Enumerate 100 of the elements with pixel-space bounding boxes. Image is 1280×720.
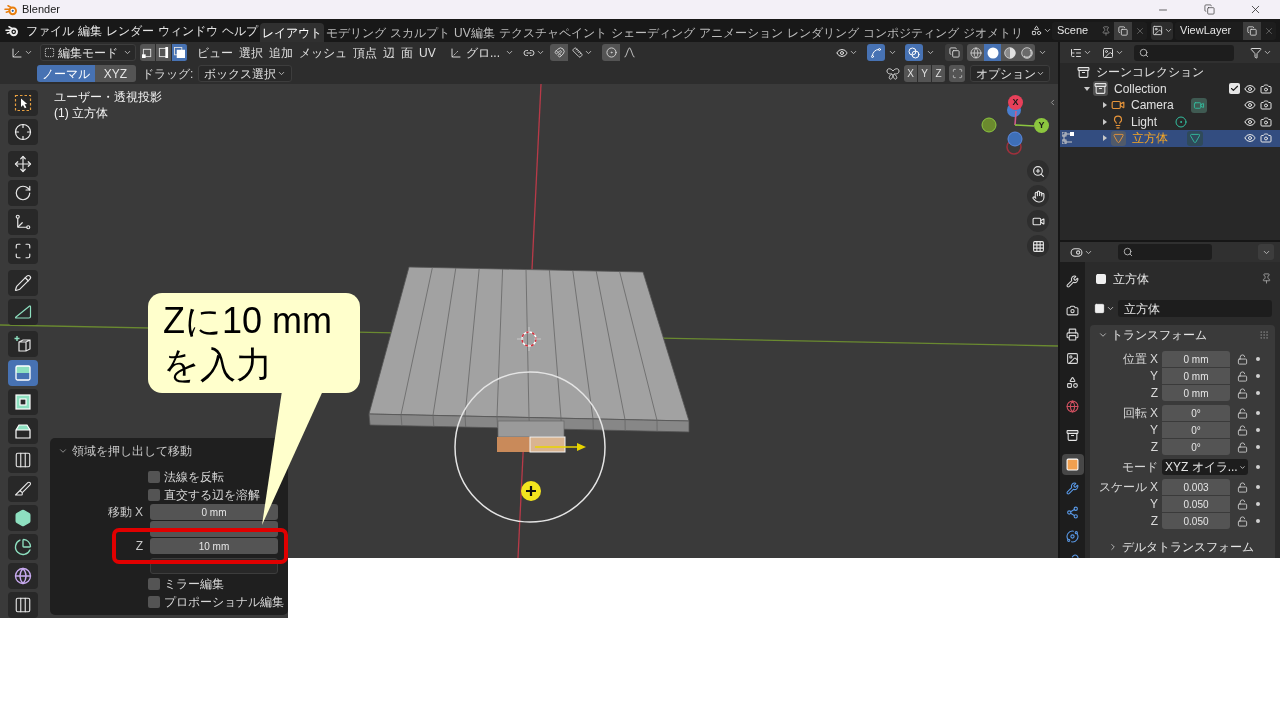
proportional-toggle[interactable] <box>602 44 620 61</box>
workspace-tab[interactable]: モデリング <box>324 23 388 42</box>
tool-button[interactable] <box>8 119 38 145</box>
menu-item[interactable]: レンダー <box>104 21 156 40</box>
checkbox[interactable] <box>148 489 160 501</box>
workspace-tab[interactable]: コンポジティング <box>860 23 961 42</box>
number-field[interactable]: 0 mm <box>1162 368 1230 384</box>
drag-mode-dropdown[interactable]: ボックス選択 <box>198 65 293 82</box>
number-field[interactable]: 0° <box>1162 405 1230 421</box>
number-field[interactable]: 10 mm <box>150 538 278 554</box>
panel-header[interactable]: トランスフォーム <box>1090 325 1275 344</box>
padlock-icon[interactable] <box>1237 515 1248 527</box>
select-mode-button[interactable] <box>156 44 172 61</box>
menu-item[interactable]: 追加 <box>266 44 296 61</box>
auto-merge-toggle[interactable] <box>949 65 965 82</box>
menu-item[interactable]: 辺 <box>380 44 398 61</box>
number-field[interactable]: 0 mm <box>1162 385 1230 401</box>
padlock-icon[interactable] <box>1237 441 1248 453</box>
menu-item[interactable]: 編集 <box>76 21 104 40</box>
workspace-tab[interactable]: レイアウト <box>260 23 324 42</box>
search-field[interactable] <box>1134 44 1234 61</box>
number-field[interactable]: 0.050 <box>1162 513 1230 529</box>
copy-button[interactable] <box>1114 21 1132 40</box>
tool-button[interactable] <box>8 563 38 589</box>
padlock-icon[interactable] <box>1237 387 1248 399</box>
pan-button[interactable] <box>1027 185 1049 207</box>
tool-button[interactable] <box>8 331 38 357</box>
eye-icon[interactable] <box>1244 82 1256 95</box>
camera-icon[interactable] <box>1260 132 1272 145</box>
gizmo-axis-button[interactable]: X <box>1008 95 1023 110</box>
tool-button[interactable] <box>8 418 38 444</box>
padlock-icon[interactable] <box>1237 370 1248 382</box>
tool-button[interactable] <box>8 238 38 264</box>
workspace-tab[interactable]: ジオメトリ <box>960 23 1025 42</box>
outliner-row[interactable]: Collection <box>1060 80 1280 97</box>
orientation-dropdown[interactable]: グロ... <box>447 44 517 61</box>
gizmo-toggle[interactable] <box>867 44 885 61</box>
eye-icon[interactable] <box>1244 99 1256 112</box>
subpanel-header[interactable]: デルタトランスフォーム <box>1090 538 1254 556</box>
tool-button[interactable] <box>8 299 38 325</box>
padlock-icon[interactable] <box>1237 498 1248 510</box>
projection-toggle-button[interactable] <box>1027 235 1049 257</box>
tool-button[interactable] <box>8 270 38 296</box>
camera-view-button[interactable] <box>1027 210 1049 232</box>
mode-dropdown[interactable]: 編集モード <box>40 44 136 61</box>
workspace-tab[interactable]: シェーディング <box>608 23 697 42</box>
outliner-row[interactable]: Camera <box>1060 97 1280 114</box>
tool-button[interactable] <box>8 90 38 116</box>
number-field[interactable]: 0 mm <box>1162 351 1230 367</box>
workspace-tab[interactable]: テクスチャペイント <box>496 23 609 42</box>
dropdown-field[interactable]: XYZ オイラ... <box>1162 459 1248 475</box>
mirror-axis-toggle[interactable]: Y <box>918 65 932 82</box>
pin-icon[interactable] <box>1261 273 1272 284</box>
search-field[interactable] <box>1118 244 1212 260</box>
outliner-row[interactable]: シーンコレクション <box>1060 64 1280 81</box>
checkbox[interactable] <box>1229 83 1240 95</box>
select-mode-button[interactable] <box>140 44 156 61</box>
eye-icon[interactable] <box>1244 115 1256 128</box>
tool-button[interactable] <box>8 209 38 235</box>
shading-button[interactable] <box>967 44 984 61</box>
tool-button[interactable] <box>8 534 38 560</box>
outliner-row[interactable]: 立方体 <box>1060 130 1280 147</box>
tool-button[interactable] <box>8 592 38 618</box>
workspace-tab[interactable]: スカルプト <box>388 23 452 42</box>
tool-button[interactable] <box>8 476 38 502</box>
number-field[interactable]: 0 mm <box>150 504 278 520</box>
copy-button[interactable] <box>1243 21 1261 40</box>
workspace-tab[interactable]: アニメーション <box>696 23 785 42</box>
menu-item[interactable]: 頂点 <box>350 44 380 61</box>
number-field[interactable]: 0.050 <box>1162 496 1230 512</box>
menu-item[interactable]: ファイル <box>24 21 76 40</box>
checkbox[interactable] <box>148 471 160 483</box>
number-field[interactable]: 0.003 <box>1162 479 1230 495</box>
camera-icon[interactable] <box>1260 99 1272 112</box>
gizmo-axis-button[interactable]: Y <box>1034 118 1049 133</box>
padlock-icon[interactable] <box>1237 407 1248 419</box>
menu-item[interactable]: 面 <box>398 44 416 61</box>
snap-toggle[interactable] <box>550 44 568 61</box>
shading-button[interactable] <box>984 44 1001 61</box>
menu-item[interactable]: メッシュ <box>296 44 350 61</box>
shading-button[interactable] <box>1001 44 1018 61</box>
scene-field[interactable]: Scene <box>1052 21 1114 40</box>
properties-tab[interactable] <box>1061 454 1084 475</box>
triangle-down-icon[interactable] <box>1082 84 1092 93</box>
camera-icon[interactable] <box>1260 82 1272 95</box>
tool-button[interactable] <box>8 389 38 415</box>
shading-button[interactable] <box>1018 44 1035 61</box>
checkbox[interactable] <box>148 578 160 590</box>
orientation-button[interactable]: XYZ <box>95 65 136 82</box>
camera-icon[interactable] <box>1260 115 1272 128</box>
name-field[interactable]: 立方体 <box>1118 300 1272 317</box>
xray-toggle[interactable] <box>945 44 963 61</box>
tool-button[interactable] <box>8 180 38 206</box>
overlay-toggle[interactable] <box>905 44 923 61</box>
zoom-button[interactable] <box>1027 160 1049 182</box>
tool-button[interactable] <box>8 447 38 473</box>
mirror-axis-toggle[interactable]: Z <box>932 65 946 82</box>
mirror-axis-toggle[interactable]: X <box>904 65 918 82</box>
padlock-icon[interactable] <box>1237 353 1248 365</box>
menu-item[interactable]: ウィンドウ <box>156 21 220 40</box>
